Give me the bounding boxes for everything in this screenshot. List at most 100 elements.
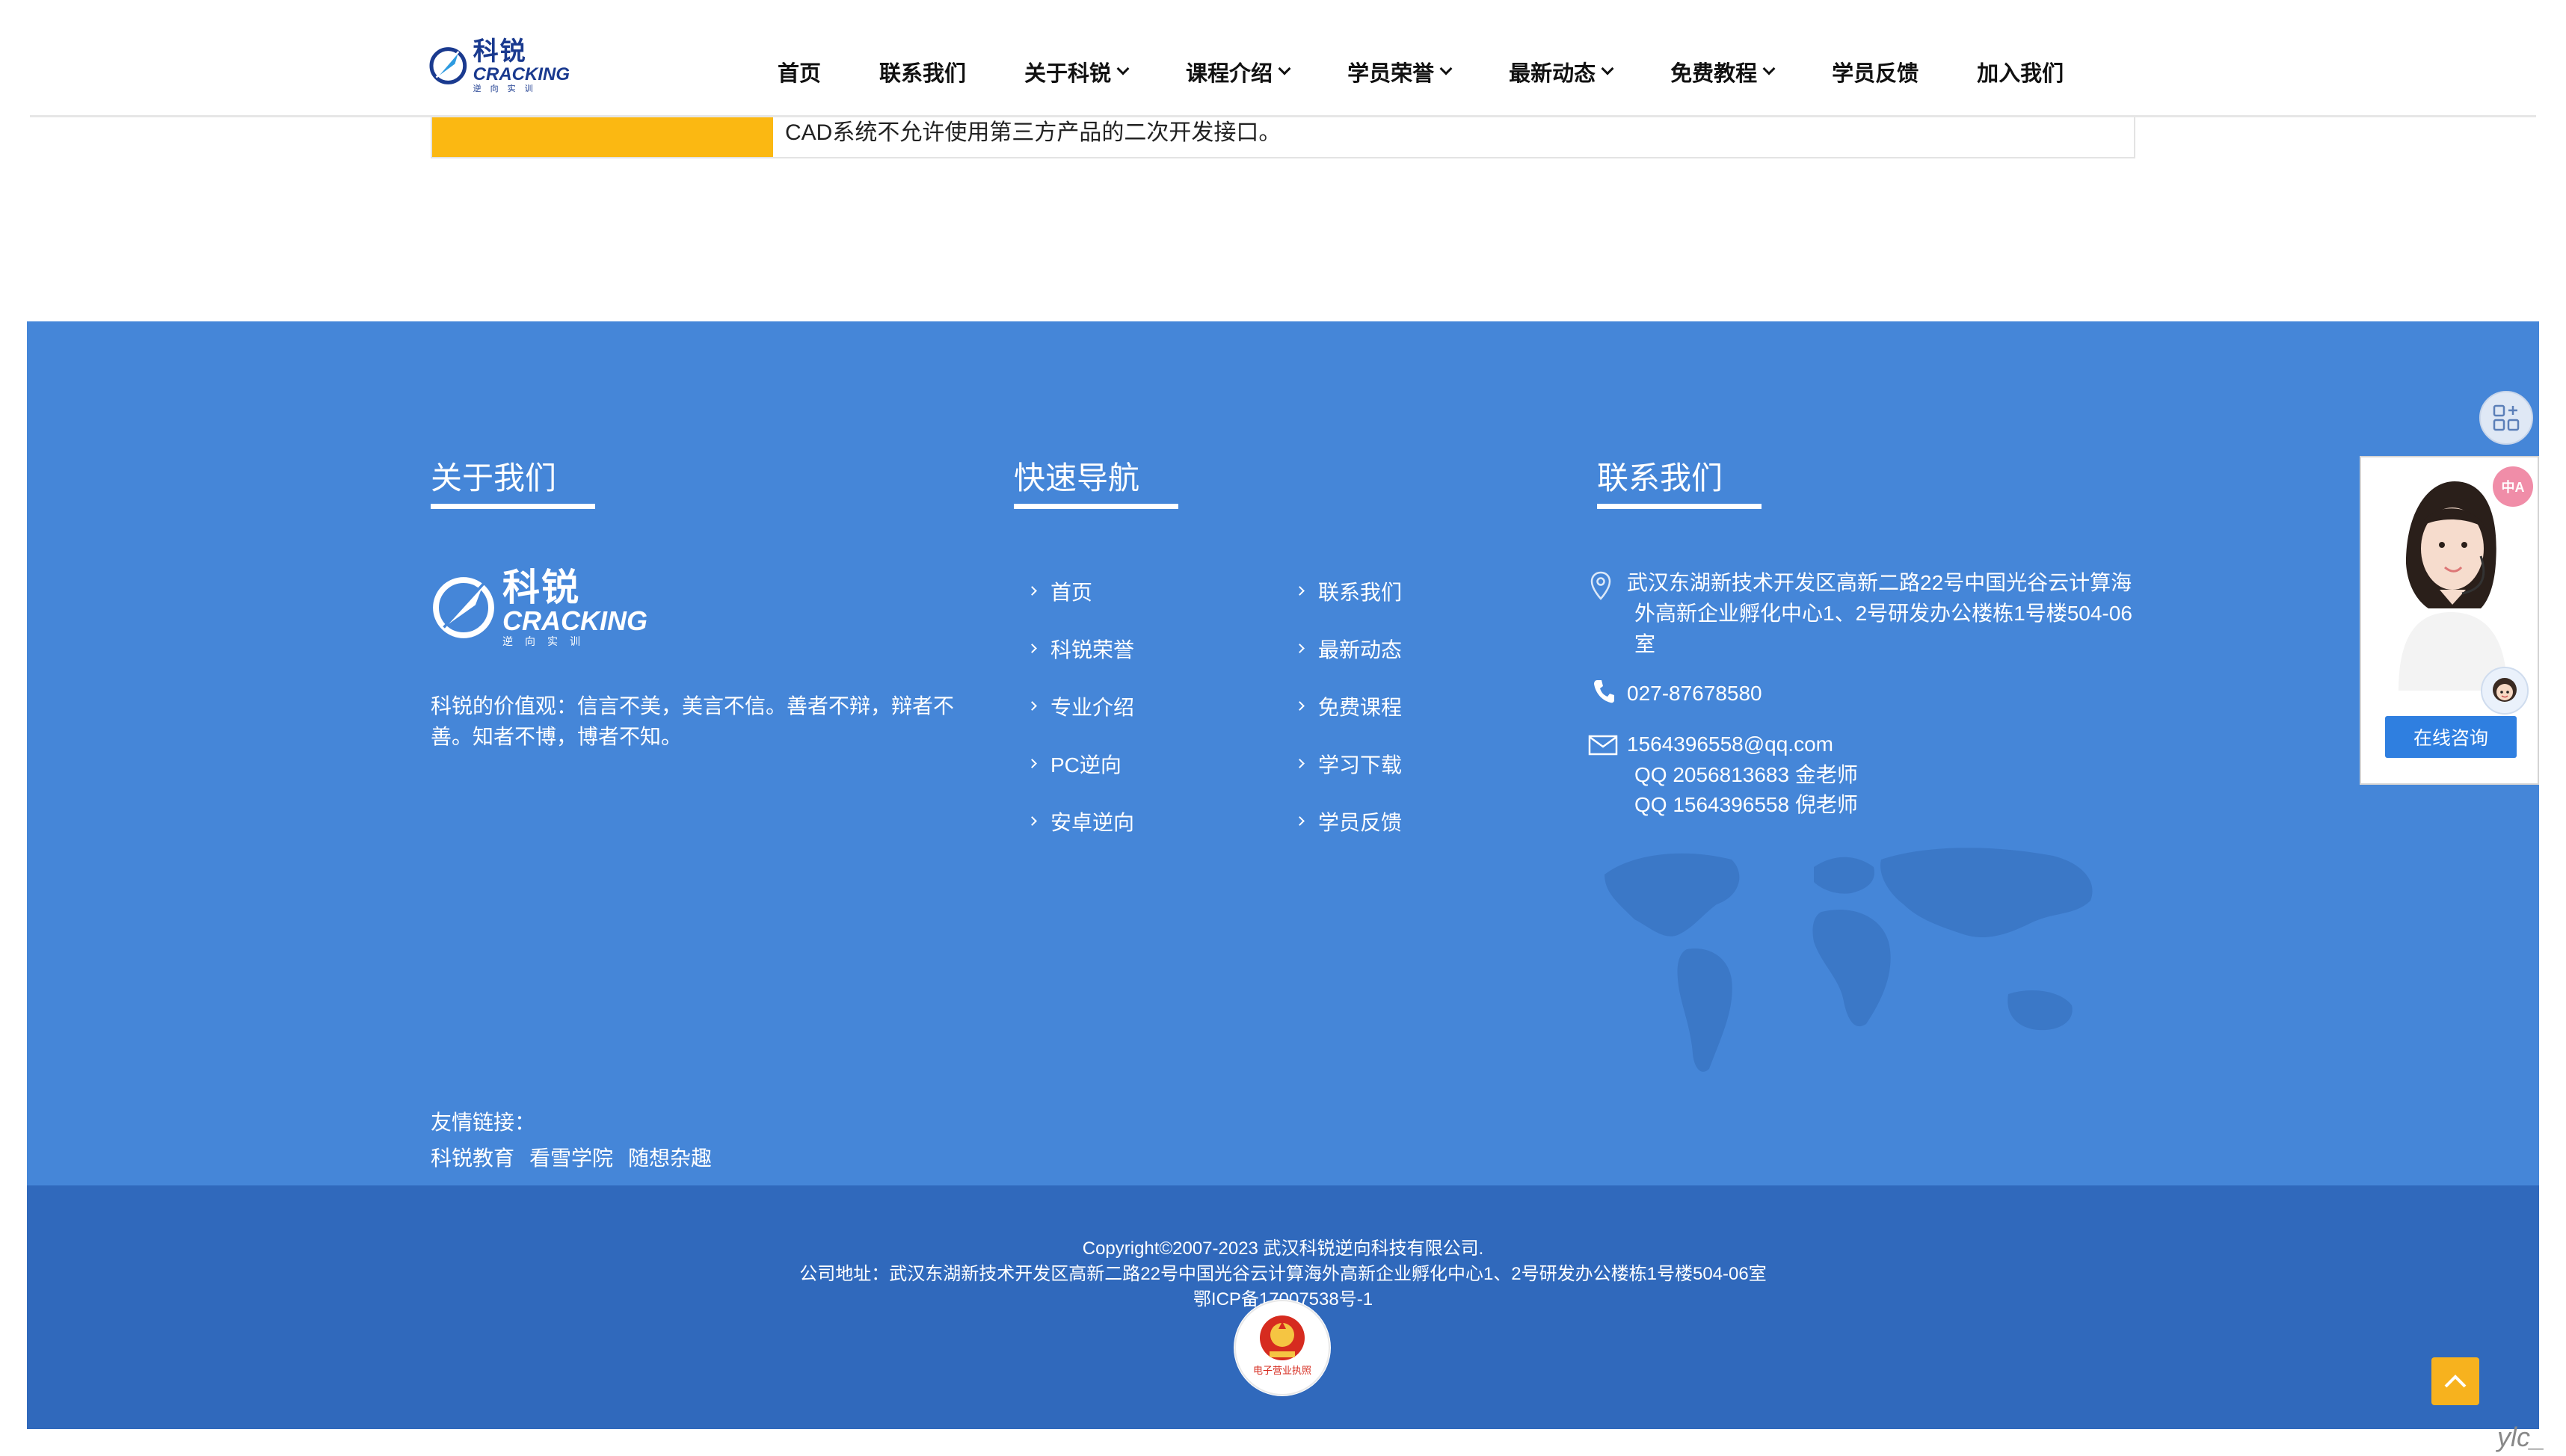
chevron-right-icon	[1027, 586, 1037, 596]
quicknav-link-label: PC逆向	[1050, 753, 1122, 777]
chevron-up-icon	[2444, 1375, 2467, 1388]
chevron-right-icon	[1295, 701, 1305, 711]
widget-menu-button[interactable]	[2479, 391, 2533, 445]
corner-watermark-text: ylc_	[2497, 1422, 2546, 1452]
chevron-right-icon	[1295, 586, 1305, 596]
contact-phone: 027-87678580	[1627, 682, 1762, 705]
nav-item-join[interactable]: 加入我们	[1977, 56, 2064, 87]
about-title-underline	[431, 504, 595, 509]
quicknav-link-label: 联系我们	[1318, 580, 1403, 604]
chevron-right-icon	[1027, 816, 1037, 826]
logo-sub-text: 逆向实训	[473, 84, 542, 93]
footer-logo-cn: 科锐	[502, 567, 580, 608]
chevron-down-icon	[1278, 62, 1291, 75]
chevron-right-icon	[1295, 816, 1305, 826]
nav-item-about[interactable]: 关于科锐	[1024, 56, 1130, 87]
nav-item-label: 免费教程	[1670, 62, 1758, 86]
nav-item-label: 关于科锐	[1024, 62, 1112, 86]
header-divider	[30, 115, 2536, 117]
world-map-icon	[1604, 848, 2093, 1072]
chevron-right-icon	[1027, 701, 1037, 711]
nav-item-contact[interactable]: 联系我们	[879, 56, 966, 87]
contact-title: 联系我们	[1597, 460, 1723, 496]
chevron-down-icon	[1762, 62, 1776, 75]
footer-logo[interactable]: 科锐 CRACKING 逆向实训	[431, 567, 647, 649]
quicknav-link[interactable]: 安卓逆向	[1021, 792, 1289, 850]
quicknav-link[interactable]: 联系我们	[1289, 562, 1485, 620]
chevron-right-icon	[1295, 759, 1305, 768]
contact-email[interactable]: 1564396558@qq.com	[1627, 729, 1833, 759]
logo-mark-icon	[433, 577, 494, 638]
logo-en-text: CRACKING	[473, 64, 570, 84]
friendly-link[interactable]: 看雪学院	[529, 1142, 613, 1172]
quicknav-link-label: 学习下载	[1318, 753, 1403, 777]
quicknav-link-label: 最新动态	[1318, 638, 1403, 661]
online-consult-button[interactable]: 在线咨询	[2385, 716, 2517, 758]
footer-logo-en: CRACKING	[502, 605, 647, 636]
friendly-links-list: 科锐教育 看雪学院 随想杂趣	[431, 1142, 727, 1172]
quicknav-link[interactable]: 学员反馈	[1289, 792, 1485, 850]
nav-item-label: 联系我们	[879, 62, 967, 86]
footer-logo-sub: 逆向实训	[502, 635, 592, 647]
nav-item-label: 学员反馈	[1832, 62, 1919, 86]
translate-icon-text: 中A	[2501, 480, 2525, 495]
quicknav-link[interactable]: PC逆向	[1021, 735, 1289, 792]
quicknav-link-label: 免费课程	[1318, 695, 1403, 719]
chevron-down-icon	[1601, 62, 1614, 75]
friendly-link[interactable]: 随想杂趣	[628, 1142, 712, 1172]
content-row-text: CAD系统不允许使用第三方产品的二次开发接口。	[785, 120, 1282, 145]
chevron-right-icon	[1027, 759, 1037, 768]
business-license-badge[interactable]: 电子营业执照	[1234, 1299, 1331, 1396]
translate-icon[interactable]: 中A	[2493, 466, 2533, 507]
quicknav-link-label: 首页	[1050, 580, 1093, 604]
quicknav-link[interactable]: 专业介绍	[1021, 677, 1289, 735]
quicknav-title: 快速导航	[1014, 460, 1140, 496]
company-values-text: 科锐的价值观：信言不美，美言不信。善者不辩，辩者不善。知者不博，博者不知。	[431, 694, 955, 748]
content-table-row: CAD系统不允许使用第三方产品的二次开发接口。	[431, 112, 2135, 158]
friendly-links-label: 友情链接：	[431, 1111, 536, 1134]
cartoon-avatar-icon	[2493, 678, 2517, 702]
online-consult-panel: 中A 在线咨询	[2360, 456, 2539, 785]
main-nav: 首页 联系我们 关于科锐 课程介绍 学员荣誉 最新动态 免费教程 学员反馈 加入…	[778, 49, 2064, 94]
friendly-link[interactable]: 科锐教育	[431, 1142, 514, 1172]
quicknav-link[interactable]: 学习下载	[1289, 735, 1485, 792]
nav-item-label: 首页	[778, 62, 822, 86]
quicknav-link-label: 专业介绍	[1050, 695, 1135, 719]
nav-item-honors[interactable]: 学员荣誉	[1347, 56, 1453, 87]
badge-caption: 电子营业执照	[1253, 1366, 1311, 1377]
apps-grid-icon	[2493, 404, 2520, 431]
nav-item-courses[interactable]: 课程介绍	[1186, 56, 1291, 87]
chevron-right-icon	[1295, 644, 1305, 653]
contact-address-line: 室	[1634, 632, 1656, 655]
quicknav-link-label: 安卓逆向	[1050, 810, 1135, 834]
contact-address-line: 武汉东湖新技术开发区高新二路22号中国光谷云计算海	[1627, 571, 2132, 594]
copyright-text: Copyright©2007-2023 武汉科锐逆向科技有限公司.	[1082, 1238, 1484, 1259]
contact-title-underline	[1597, 504, 1762, 509]
chevron-down-icon	[1116, 62, 1130, 75]
back-to-top-button[interactable]	[2431, 1357, 2479, 1405]
company-address-text: 公司地址：武汉东湖新技术开发区高新二路22号中国光谷云计算海外高新企业孵化中心1…	[799, 1264, 1767, 1284]
quicknav-link[interactable]: 首页	[1021, 562, 1289, 620]
nav-item-news[interactable]: 最新动态	[1509, 56, 1614, 87]
nav-item-home[interactable]: 首页	[778, 56, 821, 87]
site-logo[interactable]: 科锐 CRACKING 逆向实训	[428, 39, 570, 93]
quicknav-link-label: 学员反馈	[1318, 810, 1403, 834]
phone-icon	[1594, 680, 1614, 703]
nav-item-tutorials[interactable]: 免费教程	[1670, 56, 1776, 87]
chevron-right-icon	[1027, 644, 1037, 653]
about-title: 关于我们	[431, 460, 557, 496]
national-emblem-icon: 电子营业执照	[1234, 1300, 1330, 1395]
contact-address-line: 外高新企业孵化中心1、2号研发办公楼栋1号楼504-06	[1634, 602, 2132, 625]
nav-item-label: 加入我们	[1977, 62, 2064, 86]
email-icon	[1588, 735, 1618, 756]
contact-qq-line: QQ 1564396558 倪老师	[1634, 793, 1858, 816]
assistant-avatar-icon[interactable]	[2481, 667, 2529, 715]
quicknav-link[interactable]: 科锐荣誉	[1021, 620, 1289, 677]
logo-cn-text: 科锐	[473, 37, 527, 66]
nav-item-feedback[interactable]: 学员反馈	[1832, 56, 1919, 87]
quicknav-link[interactable]: 免费课程	[1289, 677, 1485, 735]
nav-item-label: 课程介绍	[1186, 62, 1273, 86]
quicknav-link[interactable]: 最新动态	[1289, 620, 1485, 677]
quicknav-link-label: 科锐荣誉	[1050, 638, 1135, 661]
site-header: 科锐 CRACKING 逆向实训 首页 联系我们 关于科锐 课程介绍 学员荣誉 …	[0, 0, 2566, 117]
